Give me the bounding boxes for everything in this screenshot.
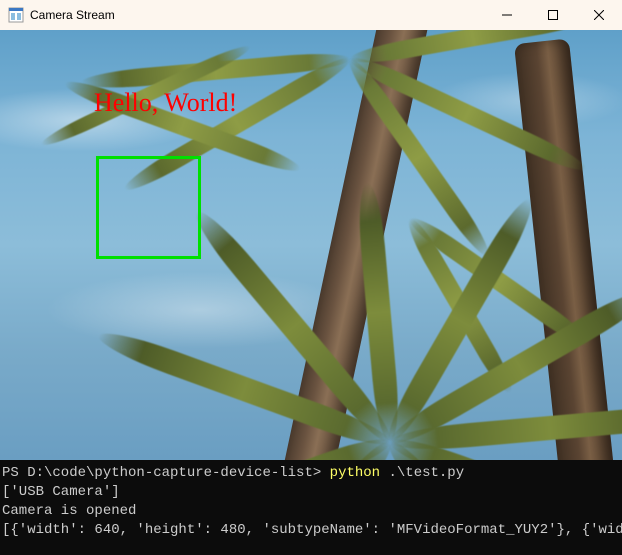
terminal-line: PS D:\code\python-capture-device-list> p…: [2, 464, 620, 483]
close-icon: [594, 10, 604, 20]
titlebar-left: Camera Stream: [8, 7, 115, 23]
terminal-line: Camera is opened: [2, 502, 620, 521]
minimize-icon: [502, 10, 512, 20]
window-controls: [484, 0, 622, 30]
camera-frame: Hello, World!: [0, 30, 622, 460]
overlay-text: Hello, World!: [94, 88, 237, 118]
terminal-prompt: PS D:\code\python-capture-device-list>: [2, 465, 321, 481]
close-button[interactable]: [576, 0, 622, 30]
maximize-icon: [548, 10, 558, 20]
app-icon: [8, 7, 24, 23]
maximize-button[interactable]: [530, 0, 576, 30]
terminal-line: ['USB Camera']: [2, 483, 620, 502]
terminal-arg: .\test.py: [389, 465, 465, 481]
overlay-rectangle: [96, 156, 201, 259]
titlebar: Camera Stream: [0, 0, 622, 30]
terminal-command: python: [330, 465, 380, 481]
terminal-output: PS D:\code\python-capture-device-list> p…: [0, 460, 622, 555]
minimize-button[interactable]: [484, 0, 530, 30]
window-title: Camera Stream: [30, 8, 115, 22]
palm-fronds: [200, 330, 620, 460]
terminal-line: [{'width': 640, 'height': 480, 'subtypeN…: [2, 521, 620, 540]
